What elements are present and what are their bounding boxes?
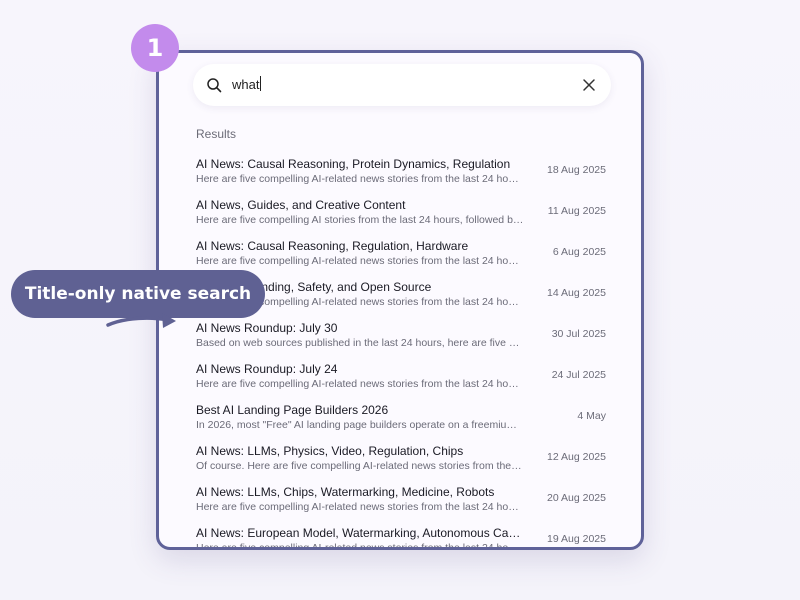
result-item[interactable]: AI News: Causal Reasoning, Regulation, H… (196, 238, 606, 279)
result-title: AI News: Causal Reasoning, Regulation, H… (196, 239, 469, 253)
search-input[interactable]: what (232, 75, 262, 95)
result-date: 18 Aug 2025 (547, 164, 606, 176)
result-title: Best AI Landing Page Builders 2026 (196, 403, 389, 417)
result-item[interactable]: AI News: LLMs, Chips, Watermarking, Medi… (196, 484, 606, 525)
result-date: 14 Aug 2025 (547, 287, 606, 299)
step-number-badge: 1 (131, 24, 179, 72)
result-date: 19 Aug 2025 (547, 533, 606, 545)
result-snippet: Here are five compelling AI stories from… (196, 214, 524, 226)
result-item[interactable]: AI News Roundup: July 30 Based on web so… (196, 320, 606, 361)
result-date: 24 Jul 2025 (551, 369, 606, 381)
result-date: 6 Aug 2025 (552, 246, 606, 258)
result-item[interactable]: AI News, Guides, and Creative Content He… (196, 197, 606, 238)
result-date: 11 Aug 2025 (547, 205, 606, 217)
result-item[interactable]: AI News: Causal Reasoning, Protein Dynam… (196, 156, 606, 197)
results-list: AI News: Causal Reasoning, Protein Dynam… (196, 156, 606, 550)
close-icon[interactable] (582, 78, 596, 92)
result-title: AI News: LLMs, Chips, Watermarking, Medi… (196, 485, 495, 499)
search-bar[interactable]: what (193, 64, 611, 106)
result-snippet: Here are five compelling AI-related news… (196, 378, 524, 390)
result-date: 4 May (577, 410, 606, 422)
search-icon (207, 78, 222, 93)
result-date: 20 Aug 2025 (547, 492, 606, 504)
callout-text: Title-only native search (24, 284, 252, 304)
results-heading: Results (196, 127, 237, 141)
result-title: AI News, Guides, and Creative Content (196, 198, 406, 212)
result-date: 12 Aug 2025 (547, 451, 606, 463)
result-item[interactable]: AI News: European Model, Watermarking, A… (196, 525, 606, 550)
result-snippet: In 2026, most "Free" AI landing page bui… (196, 419, 524, 431)
result-item[interactable]: AI News: LLMs, Physics, Video, Regulatio… (196, 443, 606, 484)
result-title: AI News: LLMs, Physics, Video, Regulatio… (196, 444, 464, 458)
result-item[interactable]: AI News Roundup: July 24 Here are five c… (196, 361, 606, 402)
callout-arrow-icon (106, 313, 176, 328)
result-snippet: Here are five compelling AI-related news… (196, 501, 524, 513)
result-item[interactable]: Best AI Landing Page Builders 2026 In 20… (196, 402, 606, 443)
search-input-value: what (232, 77, 260, 92)
result-title: AI News: Causal Reasoning, Protein Dynam… (196, 157, 511, 171)
result-title: AI News Roundup: July 24 (196, 362, 338, 376)
result-snippet: Here are five compelling AI-related news… (196, 173, 524, 185)
result-snippet: Based on web sources published in the la… (196, 337, 524, 349)
result-date: 30 Jul 2025 (551, 328, 606, 340)
result-title: AI News: European Model, Watermarking, A… (196, 526, 524, 540)
result-snippet: Here are five compelling AI-related news… (196, 255, 524, 267)
text-caret (260, 76, 262, 91)
result-title: AI News Roundup: July 30 (196, 321, 338, 335)
result-snippet: Here are five compelling AI-related news… (196, 542, 524, 550)
result-snippet: Of course. Here are five compelling AI-r… (196, 460, 524, 472)
